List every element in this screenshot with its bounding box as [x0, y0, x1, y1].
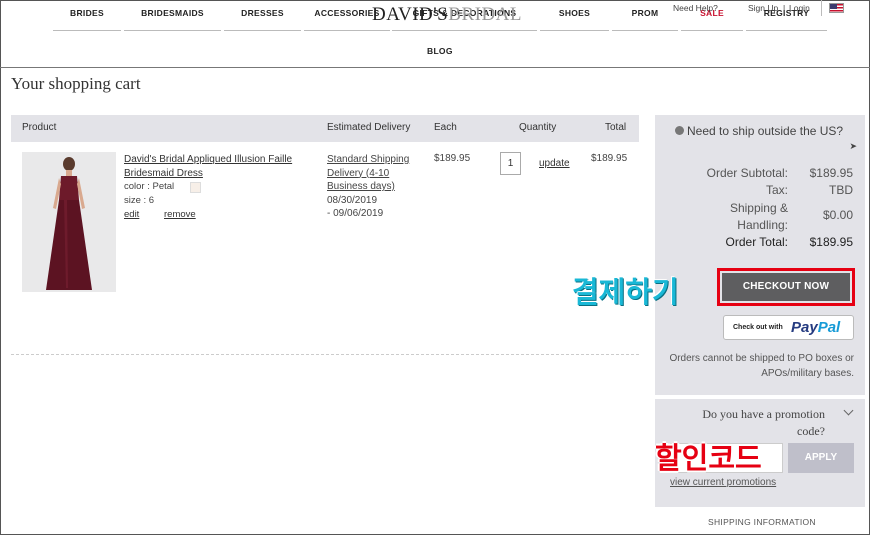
login-link[interactable]: Login [789, 3, 810, 13]
ship-outside-text: Need to ship outside the US? [687, 124, 844, 138]
promo-code-annotation: 할인코드 [655, 441, 762, 475]
paypal-pal: Pal [817, 319, 841, 336]
update-link[interactable]: update [539, 158, 570, 169]
subtotal-label: Order Subtotal: [706, 166, 788, 180]
color-swatch [190, 182, 201, 193]
nav-brides[interactable]: BRIDES [53, 7, 121, 31]
paypal-pay: Pay [791, 319, 818, 336]
product-image[interactable] [22, 152, 116, 292]
checkout-annotation: 결제하기 [572, 275, 679, 309]
order-total-value: $189.95 [809, 235, 853, 249]
delivery-from: 08/30/2019 [327, 194, 378, 206]
promo-question-line-1: Do you have a promotion [702, 407, 825, 421]
paypal-checkout-button[interactable]: Check out with PayPal [723, 315, 854, 340]
top-navigation: BRIDES BRIDESMAIDS DRESSES ACCESSORIES G… [0, 0, 870, 68]
item-total-price: $189.95 [591, 153, 628, 164]
ship-outside-us-link[interactable]: Need to ship outside the US? ➤ [675, 124, 857, 154]
apply-button[interactable]: APPLY [788, 443, 854, 473]
estimated-delivery: Standard Shipping Delivery (4-10 Busines… [327, 153, 422, 221]
arrow-icon: ➤ [849, 141, 857, 151]
nav-blog[interactable]: BLOG [427, 46, 453, 56]
logo-sub: BRIDAL [448, 4, 522, 25]
col-estimated-delivery: Estimated Delivery [327, 122, 411, 133]
product-color: color : Petal [124, 181, 175, 192]
us-flag-icon[interactable] [829, 3, 844, 13]
order-total-label: Order Total: [725, 235, 788, 249]
product-name-link[interactable]: David's Bridal Appliqued Illusion Faille… [124, 153, 309, 180]
remove-link[interactable]: remove [164, 209, 196, 220]
delivery-to: - 09/06/2019 [327, 208, 384, 219]
shipping-information-link[interactable]: SHIPPING INFORMATION [708, 517, 816, 527]
view-current-promotions-link[interactable]: view current promotions [670, 477, 776, 488]
nav-dresses[interactable]: DRESSES [224, 7, 301, 31]
davids-bridal-logo[interactable]: DAVID'SBRIDAL [372, 4, 522, 26]
logo-main: DAVID'S [372, 4, 449, 25]
shipping-method-link[interactable]: Standard Shipping Delivery (4-10 Busines… [327, 153, 422, 194]
flag-divider [821, 0, 822, 16]
nav-prom[interactable]: PROM [612, 7, 678, 31]
shipping-value: $0.00 [822, 208, 853, 222]
shipping-label-1: Shipping & [729, 201, 788, 215]
nav-shoes[interactable]: SHOES [540, 7, 609, 31]
tax-label: Tax: [765, 183, 788, 197]
quantity-input[interactable]: 1 [500, 152, 521, 175]
page-title: Your shopping cart [11, 74, 141, 93]
po-box-note: Orders cannot be shipped to PO boxes or … [669, 353, 854, 379]
util-separator: | [783, 3, 786, 13]
nav-bridesmaids[interactable]: BRIDESMAIDS [124, 7, 221, 31]
col-quantity: Quantity [519, 122, 557, 133]
subtotal-value: $189.95 [809, 166, 853, 180]
product-size: size : 6 [124, 195, 155, 206]
bridesmaid-dress-image [22, 152, 116, 292]
sign-up-link[interactable]: Sign Up [748, 3, 778, 13]
globe-icon [675, 126, 684, 135]
shipping-label-2: Handling: [737, 218, 788, 232]
col-total: Total [605, 122, 627, 133]
need-help-link[interactable]: Need Help? [673, 3, 718, 13]
edit-link[interactable]: edit [124, 209, 139, 220]
paypal-prefix: Check out with [733, 324, 783, 331]
item-each-price: $189.95 [434, 153, 471, 164]
row-divider [11, 354, 639, 355]
checkout-now-button[interactable]: CHECKOUT NOW [722, 273, 850, 301]
tax-value: TBD [829, 183, 853, 197]
paypal-logo: PayPal [791, 319, 840, 336]
col-product: Product [22, 122, 57, 133]
cart-table-header: Product Estimated Delivery Each Quantity… [11, 115, 639, 142]
col-each: Each [434, 122, 457, 133]
